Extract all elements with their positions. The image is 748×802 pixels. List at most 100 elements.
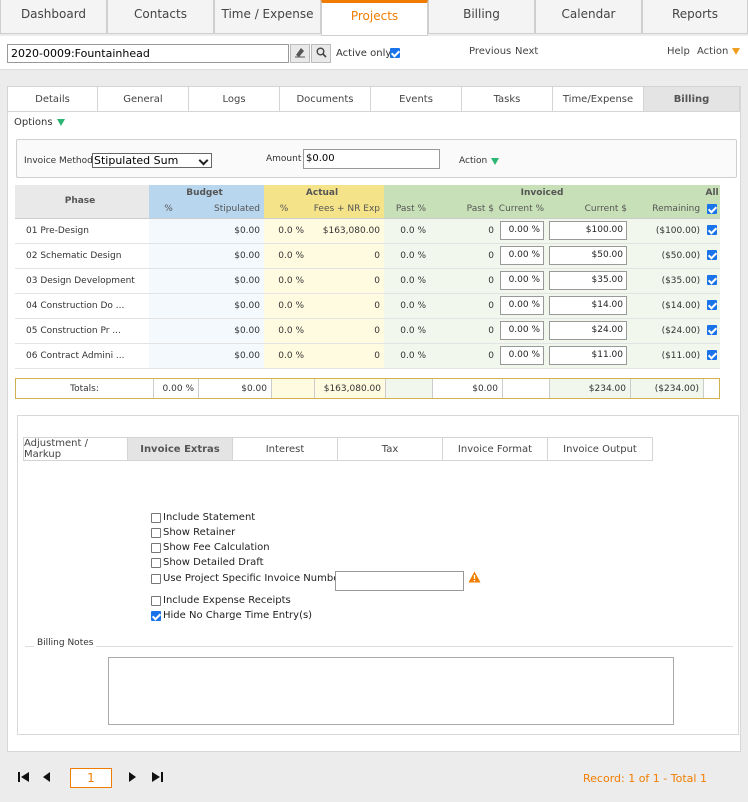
tab-tax[interactable]: Tax (338, 437, 443, 461)
toolbar-action-label: Action (697, 46, 729, 57)
nav-tab-contacts[interactable]: Contacts (107, 0, 214, 34)
budget-pct-cell (149, 268, 192, 294)
row-select-cell (704, 343, 721, 369)
row-select-checkbox[interactable] (707, 350, 718, 361)
current-pct-cell: 0.00 % (498, 268, 549, 294)
include-receipts-checkbox[interactable] (151, 595, 161, 606)
show-fee-calc-option: Show Fee Calculation (151, 542, 270, 553)
row-select-checkbox[interactable] (707, 275, 718, 286)
current-dollar-cell: $100.00 (548, 218, 632, 244)
remaining-cell: ($24.00) (631, 318, 705, 344)
include-receipts-option: Include Expense Receipts (151, 595, 291, 606)
project-invoice-number-input[interactable] (335, 571, 464, 591)
project-search-input[interactable] (7, 44, 289, 63)
current-pct-input[interactable]: 0.00 % (500, 346, 545, 365)
show-retainer-checkbox[interactable] (151, 527, 161, 538)
actual-pct-cell: 0.0 % (264, 343, 308, 369)
current-pct-input[interactable]: 0.00 % (500, 296, 545, 315)
caret-down-icon (732, 48, 741, 55)
tab-interest[interactable]: Interest (233, 437, 338, 461)
totals-past-dollar: $0.00 (433, 379, 503, 398)
current-pct-input[interactable]: 0.00 % (500, 221, 545, 240)
hide-no-charge-checkbox[interactable] (151, 610, 161, 621)
tab-documents[interactable]: Documents (280, 86, 371, 112)
stipulated-cell: $0.00 (192, 318, 264, 344)
nav-tab-calendar[interactable]: Calendar (535, 0, 642, 34)
eraser-icon (294, 46, 306, 61)
budget-pct-cell (149, 218, 192, 244)
search-project-button[interactable] (311, 44, 331, 63)
current-dollar-input[interactable]: $35.00 (549, 271, 628, 290)
options-menu[interactable]: Options (14, 117, 65, 128)
show-detailed-draft-checkbox[interactable] (151, 557, 161, 568)
next-link[interactable]: Next (515, 46, 538, 57)
past-pct-header: Past % (384, 201, 431, 219)
current-dollar-input[interactable]: $50.00 (549, 246, 628, 265)
last-page-icon[interactable] (150, 771, 164, 786)
current-dollar-input[interactable]: $24.00 (549, 321, 628, 340)
budget-pct-cell (149, 343, 192, 369)
current-pct-input[interactable]: 0.00 % (500, 321, 545, 340)
tab-events[interactable]: Events (371, 86, 462, 112)
invoice-method-select[interactable]: Stipulated Sum (92, 153, 212, 168)
tab-invoice-format[interactable]: Invoice Format (443, 437, 548, 461)
budget-pct-cell (149, 293, 192, 319)
current-pct-cell: 0.00 % (498, 343, 549, 369)
stipulated-cell: $0.00 (192, 268, 264, 294)
tab-invoice-output[interactable]: Invoice Output (548, 437, 653, 461)
caret-down-icon (491, 157, 500, 165)
next-page-icon[interactable] (128, 771, 138, 786)
first-page-icon[interactable] (17, 771, 31, 786)
totals-actual-pct (272, 379, 315, 398)
current-dollar-cell: $50.00 (548, 243, 632, 269)
current-dollar-input[interactable]: $14.00 (549, 296, 628, 315)
nav-tab-projects[interactable]: Projects (321, 0, 428, 36)
tab-general[interactable]: General (98, 86, 189, 112)
nav-tab-dashboard[interactable]: Dashboard (0, 0, 107, 34)
show-fee-calc-checkbox[interactable] (151, 542, 161, 553)
select-all-checkbox[interactable] (707, 204, 718, 214)
current-pct-input[interactable]: 0.00 % (500, 271, 545, 290)
help-link[interactable]: Help (667, 46, 690, 57)
previous-link[interactable]: Previous (469, 46, 511, 57)
include-statement-checkbox[interactable] (151, 512, 161, 523)
tab-billing[interactable]: Billing (644, 86, 740, 112)
tab-logs[interactable]: Logs (189, 86, 280, 112)
nav-tab-billing[interactable]: Billing (428, 0, 535, 34)
clear-project-button[interactable] (290, 44, 310, 63)
current-dollar-input[interactable]: $11.00 (549, 346, 628, 365)
billing-action-menu[interactable]: Action (459, 156, 500, 166)
billing-notes-textarea[interactable] (108, 657, 674, 725)
tab-details[interactable]: Details (7, 86, 98, 112)
toolbar-action-menu[interactable]: Action (697, 46, 741, 57)
invoice-options-tabs: Adjustment / Markup Invoice Extras Inter… (23, 437, 653, 461)
actual-pct-cell: 0.0 % (264, 243, 308, 269)
tab-invoice-extras[interactable]: Invoice Extras (128, 437, 233, 461)
include-statement-option: Include Statement (151, 512, 255, 523)
fees-cell: $163,080.00 (308, 218, 385, 244)
tab-tasks[interactable]: Tasks (462, 86, 553, 112)
tab-time-expense[interactable]: Time/Expense (553, 86, 644, 112)
project-invoice-number-checkbox[interactable] (151, 573, 161, 584)
totals-current-pct (503, 379, 550, 398)
nav-tab-reports[interactable]: Reports (642, 0, 748, 34)
phase-header: Phase (15, 185, 149, 219)
row-select-checkbox[interactable] (707, 325, 718, 336)
row-select-checkbox[interactable] (707, 300, 718, 311)
row-select-checkbox[interactable] (707, 225, 718, 236)
nav-tab-time-expense[interactable]: Time / Expense (214, 0, 321, 34)
current-pct-input[interactable]: 0.00 % (500, 246, 545, 265)
table-row: 03 Design Development $0.00 0.0 % 0 0.0 % 0 0.… (15, 268, 721, 294)
phase-cell: 01 Pre-Design (15, 218, 149, 244)
invoice-method-label: Invoice Method (24, 156, 93, 166)
current-dollar-input[interactable]: $100.00 (549, 221, 628, 240)
page-number-input[interactable]: 1 (70, 768, 112, 788)
amount-field[interactable]: $0.00 (303, 149, 440, 169)
past-dollar-cell: 0 (430, 318, 499, 344)
past-dollar-cell: 0 (430, 343, 499, 369)
row-select-checkbox[interactable] (707, 250, 718, 261)
previous-page-icon[interactable] (41, 771, 51, 786)
past-dollar-cell: 0 (430, 268, 499, 294)
tab-adjustment-markup[interactable]: Adjustment / Markup (23, 437, 128, 461)
active-only-checkbox[interactable] (390, 48, 400, 58)
